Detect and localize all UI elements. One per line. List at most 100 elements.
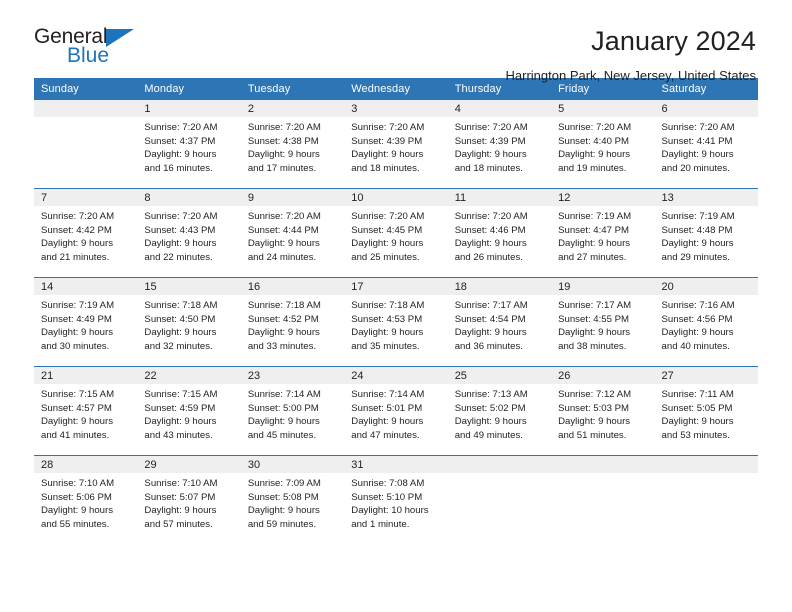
calendar-day-cell[interactable]: 3 Sunrise: 7:20 AM Sunset: 4:39 PM Daylight… — [344, 100, 448, 189]
calendar-day-cell[interactable]: 14 Sunrise: 7:19 AM Sunset: 4:49 PM Dayligh… — [34, 277, 138, 367]
sunset-text: Sunset: 4:37 PM — [144, 135, 216, 147]
sunrise-text: Sunrise: 7:19 AM — [661, 211, 735, 222]
calendar-day-cell[interactable]: 16 Sunrise: 7:18 AM Sunset: 4:52 PM Dayligh… — [240, 277, 345, 367]
sunrise-text: Sunrise: 7:20 AM — [144, 211, 218, 222]
calendar-day-cell[interactable]: 24 Sunrise: 7:14 AM Sunset: 5:01 PM Dayligh… — [344, 366, 448, 456]
daylight-text: Daylight: 9 hours — [454, 238, 527, 250]
title-block: January 2024 Harrington Park, New Jersey… — [506, 26, 756, 83]
calendar-day-cell[interactable]: 25 Sunrise: 7:13 AM Sunset: 5:02 PM Dayligh… — [447, 366, 552, 456]
calendar-day-cell[interactable]: 29 Sunrise: 7:10 AM Sunset: 5:07 PM Dayligh… — [137, 455, 241, 544]
daylight-text: Daylight: 9 hours — [144, 505, 217, 517]
day-details: Sunrise: 7:18 AM Sunset: 4:53 PM Daylight:… — [344, 295, 447, 366]
daylight-text: Daylight: 9 hours — [558, 327, 631, 339]
sunset-text: Sunset: 5:00 PM — [247, 402, 319, 414]
calendar-day-cell[interactable]: 28 Sunrise: 7:10 AM Sunset: 5:06 PM Dayligh… — [34, 455, 138, 544]
day-number: 17 — [344, 278, 448, 295]
calendar-day-cell-empty — [34, 100, 138, 189]
day-number: 9 — [240, 189, 345, 206]
sunset-text: Sunset: 4:44 PM — [247, 224, 319, 236]
sunrise-text: Sunrise: 7:20 AM — [247, 122, 321, 133]
calendar-day-cell[interactable]: 12 Sunrise: 7:19 AM Sunset: 4:47 PM Dayligh… — [551, 188, 655, 278]
daylight-text-cont: and 16 minutes. — [144, 162, 213, 174]
calendar-day-cell[interactable]: 22 Sunrise: 7:15 AM Sunset: 4:59 PM Dayligh… — [137, 366, 241, 456]
day-number — [654, 456, 758, 473]
day-number: 15 — [137, 278, 241, 295]
day-details: Sunrise: 7:17 AM Sunset: 4:54 PM Daylight:… — [448, 295, 551, 366]
day-number: 31 — [344, 456, 448, 473]
page-subtitle: Harrington Park, New Jersey, United Stat… — [505, 68, 756, 84]
daylight-text: Daylight: 9 hours — [351, 327, 424, 339]
brand-logo[interactable]: General Blue — [34, 26, 154, 76]
daylight-text-cont: and 22 minutes. — [144, 251, 213, 263]
calendar-day-cell[interactable]: 27 Sunrise: 7:11 AM Sunset: 5:05 PM Dayligh… — [654, 366, 758, 456]
daylight-text-cont: and 40 minutes. — [661, 340, 730, 352]
day-details: Sunrise: 7:10 AM Sunset: 5:07 PM Daylight:… — [137, 473, 240, 544]
daylight-text-cont: and 57 minutes. — [144, 518, 213, 530]
triangle-icon — [106, 29, 134, 47]
calendar-day-cell[interactable]: 2 Sunrise: 7:20 AM Sunset: 4:38 PM Daylight… — [240, 100, 345, 189]
calendar-day-cell[interactable]: 30 Sunrise: 7:09 AM Sunset: 5:08 PM Dayligh… — [240, 455, 345, 544]
calendar-day-cell[interactable]: 4 Sunrise: 7:20 AM Sunset: 4:39 PM Daylight… — [447, 100, 552, 189]
day-details: Sunrise: 7:20 AM Sunset: 4:38 PM Daylight:… — [241, 117, 344, 188]
calendar-day-cell[interactable]: 10 Sunrise: 7:20 AM Sunset: 4:45 PM Dayligh… — [344, 188, 448, 278]
calendar-day-cell[interactable]: 9 Sunrise: 7:20 AM Sunset: 4:44 PM Daylight… — [240, 188, 345, 278]
calendar-day-cell[interactable]: 31 Sunrise: 7:08 AM Sunset: 5:10 PM Dayligh… — [344, 455, 448, 544]
daylight-text: Daylight: 9 hours — [661, 416, 734, 428]
day-number: 30 — [240, 456, 345, 473]
daylight-text-cont: and 47 minutes. — [351, 429, 420, 441]
day-details: Sunrise: 7:20 AM Sunset: 4:45 PM Daylight:… — [344, 206, 447, 277]
daylight-text-cont: and 19 minutes. — [558, 162, 627, 174]
calendar-day-cell[interactable]: 13 Sunrise: 7:19 AM Sunset: 4:48 PM Dayligh… — [654, 188, 758, 278]
day-details: Sunrise: 7:20 AM Sunset: 4:41 PM Daylight:… — [655, 117, 758, 188]
day-details: Sunrise: 7:11 AM Sunset: 5:05 PM Daylight:… — [655, 384, 758, 455]
calendar-day-cell[interactable]: 17 Sunrise: 7:18 AM Sunset: 4:53 PM Dayligh… — [344, 277, 448, 367]
sunset-text: Sunset: 4:48 PM — [661, 224, 733, 236]
day-details: Sunrise: 7:20 AM Sunset: 4:44 PM Daylight:… — [241, 206, 344, 277]
daylight-text: Daylight: 9 hours — [558, 238, 631, 250]
daylight-text: Daylight: 9 hours — [144, 416, 217, 428]
sunrise-text: Sunrise: 7:16 AM — [661, 300, 735, 311]
calendar-day-cell[interactable]: 15 Sunrise: 7:18 AM Sunset: 4:50 PM Dayligh… — [137, 277, 241, 367]
daylight-text-cont: and 32 minutes. — [144, 340, 213, 352]
daylight-text: Daylight: 9 hours — [454, 327, 527, 339]
daylight-text: Daylight: 9 hours — [351, 238, 424, 250]
daylight-text-cont: and 18 minutes. — [351, 162, 420, 174]
sunset-text: Sunset: 5:02 PM — [454, 402, 526, 414]
calendar-day-cell-empty — [551, 455, 655, 544]
sunrise-text: Sunrise: 7:20 AM — [661, 122, 735, 133]
calendar-day-cell[interactable]: 8 Sunrise: 7:20 AM Sunset: 4:43 PM Daylight… — [137, 188, 241, 278]
daylight-text-cont: and 18 minutes. — [454, 162, 523, 174]
day-details: Sunrise: 7:19 AM Sunset: 4:48 PM Daylight:… — [655, 206, 758, 277]
day-details: Sunrise: 7:20 AM Sunset: 4:42 PM Daylight:… — [34, 206, 137, 277]
sunrise-text: Sunrise: 7:17 AM — [558, 300, 632, 311]
day-details: Sunrise: 7:15 AM Sunset: 4:59 PM Daylight:… — [137, 384, 240, 455]
calendar-day-cell[interactable]: 5 Sunrise: 7:20 AM Sunset: 4:40 PM Daylight… — [551, 100, 655, 189]
sunrise-text: Sunrise: 7:19 AM — [41, 300, 115, 311]
calendar-day-cell[interactable]: 11 Sunrise: 7:20 AM Sunset: 4:46 PM Dayligh… — [447, 188, 552, 278]
calendar-day-cell[interactable]: 1 Sunrise: 7:20 AM Sunset: 4:37 PM Daylight… — [137, 100, 241, 189]
calendar-day-cell[interactable]: 23 Sunrise: 7:14 AM Sunset: 5:00 PM Dayligh… — [240, 366, 345, 456]
daylight-text: Daylight: 9 hours — [454, 149, 527, 161]
day-details: Sunrise: 7:16 AM Sunset: 4:56 PM Daylight:… — [655, 295, 758, 366]
calendar-day-cell[interactable]: 19 Sunrise: 7:17 AM Sunset: 4:55 PM Dayligh… — [551, 277, 655, 367]
sunset-text: Sunset: 5:05 PM — [661, 402, 733, 414]
daylight-text-cont: and 20 minutes. — [661, 162, 730, 174]
daylight-text: Daylight: 9 hours — [41, 238, 113, 250]
day-number: 2 — [240, 100, 345, 117]
calendar-day-cell[interactable]: 26 Sunrise: 7:12 AM Sunset: 5:03 PM Dayligh… — [551, 366, 655, 456]
sunset-text: Sunset: 5:10 PM — [351, 491, 423, 503]
day-number: 14 — [34, 278, 138, 295]
calendar-day-cell[interactable]: 7 Sunrise: 7:20 AM Sunset: 4:42 PM Daylight… — [34, 188, 138, 278]
day-number: 26 — [551, 367, 655, 384]
day-details: Sunrise: 7:13 AM Sunset: 5:02 PM Daylight:… — [448, 384, 551, 455]
sunrise-text: Sunrise: 7:18 AM — [351, 300, 425, 311]
sunrise-text: Sunrise: 7:20 AM — [454, 211, 528, 222]
daylight-text: Daylight: 9 hours — [144, 327, 217, 339]
day-number: 7 — [34, 189, 138, 206]
calendar-day-cell[interactable]: 18 Sunrise: 7:17 AM Sunset: 4:54 PM Dayligh… — [447, 277, 552, 367]
day-number: 6 — [654, 100, 758, 117]
calendar-day-cell[interactable]: 20 Sunrise: 7:16 AM Sunset: 4:56 PM Dayligh… — [654, 277, 758, 367]
day-number: 5 — [551, 100, 655, 117]
calendar-day-cell[interactable]: 21 Sunrise: 7:15 AM Sunset: 4:57 PM Dayligh… — [34, 366, 138, 456]
calendar-day-cell[interactable]: 6 Sunrise: 7:20 AM Sunset: 4:41 PM Daylight… — [654, 100, 758, 189]
